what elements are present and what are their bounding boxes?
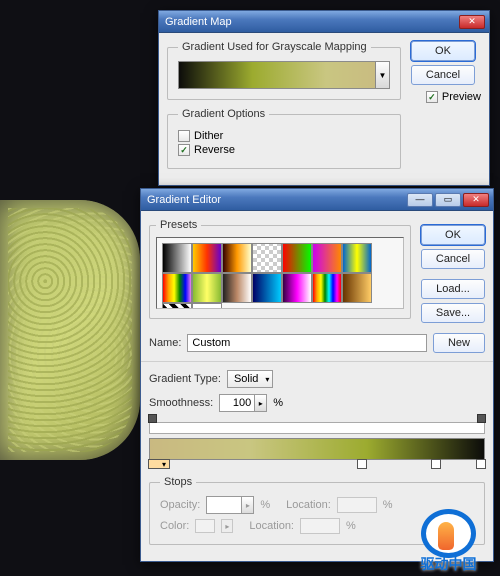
preview-label: Preview — [442, 91, 481, 103]
color-dropdown-icon: ▸ — [221, 519, 233, 533]
gradient-dropdown-icon[interactable]: ▼ — [375, 62, 389, 88]
color-stop[interactable] — [148, 459, 170, 469]
color-swatch — [195, 519, 215, 533]
preset-swatch[interactable] — [252, 273, 282, 303]
location-input — [337, 497, 377, 513]
pct-label: % — [273, 397, 283, 409]
reverse-label: Reverse — [194, 144, 235, 156]
opacity-stop-left[interactable] — [148, 414, 157, 423]
preset-swatch[interactable] — [282, 273, 312, 303]
spinner-arrow-icon: ▸ — [242, 496, 254, 514]
preview-checkbox[interactable]: ✓ Preview — [411, 91, 481, 103]
reverse-checkbox[interactable]: ✓ Reverse — [178, 144, 390, 156]
color-stop[interactable] — [431, 459, 441, 469]
preset-swatch[interactable] — [282, 243, 312, 273]
preset-swatch[interactable] — [312, 243, 342, 273]
checkbox-icon — [178, 130, 190, 142]
cancel-button[interactable]: Cancel — [421, 249, 485, 269]
gradient-edit-bar[interactable] — [149, 438, 485, 460]
presets-fieldset: Presets — [149, 219, 411, 319]
ok-button[interactable]: OK — [411, 41, 475, 61]
maximize-icon[interactable]: ▭ — [435, 193, 461, 207]
gmap-titlebar[interactable]: Gradient Map ✕ — [159, 11, 489, 33]
smoothness-spinner[interactable]: ▸ — [219, 394, 267, 412]
gmap-gradient-fieldset: Gradient Used for Grayscale Mapping ▼ — [167, 41, 401, 100]
close-icon[interactable]: ✕ — [459, 15, 485, 29]
presets-grid — [156, 237, 404, 309]
opacity-input — [206, 496, 242, 514]
preset-swatch[interactable] — [222, 243, 252, 273]
location-input — [300, 518, 340, 534]
gmap-title: Gradient Map — [163, 16, 457, 28]
preset-swatch[interactable] — [252, 243, 282, 273]
gmap-options-fieldset: Gradient Options Dither ✓ Reverse — [167, 108, 401, 169]
gradient-map-window: Gradient Map ✕ Gradient Used for Graysca… — [158, 10, 490, 186]
new-button[interactable]: New — [433, 333, 485, 353]
preset-swatch[interactable] — [192, 303, 222, 309]
name-input[interactable] — [187, 334, 427, 352]
save-button[interactable]: Save... — [421, 303, 485, 323]
gradient-type-select[interactable]: Solid — [227, 370, 273, 388]
smoothness-input[interactable] — [219, 394, 255, 412]
watermark: 驱动中国 — [401, 509, 496, 574]
dither-checkbox[interactable]: Dither — [178, 130, 390, 142]
preset-swatch[interactable] — [222, 273, 252, 303]
preset-swatch[interactable] — [192, 273, 222, 303]
dither-label: Dither — [194, 130, 223, 142]
preset-swatch[interactable] — [342, 243, 372, 273]
close-icon[interactable]: ✕ — [463, 193, 489, 207]
color-stop[interactable] — [357, 459, 367, 469]
smooth-label: Smoothness: — [149, 397, 213, 409]
gradient-editor-window: Gradient Editor — ▭ ✕ Presets OK Cancel … — [140, 188, 494, 562]
ok-button[interactable]: OK — [421, 225, 485, 245]
load-button[interactable]: Load... — [421, 279, 485, 299]
stops-legend: Stops — [160, 476, 196, 488]
gtype-label: Gradient Type: — [149, 373, 221, 385]
gmap-fs1-legend: Gradient Used for Grayscale Mapping — [178, 41, 371, 53]
gradient-preview-bar[interactable]: ▼ — [178, 61, 390, 89]
minimize-icon[interactable]: — — [407, 193, 433, 207]
preset-swatch[interactable] — [342, 273, 372, 303]
location-label: Location: — [249, 520, 294, 532]
gmap-fs2-legend: Gradient Options — [178, 108, 269, 120]
name-label: Name: — [149, 337, 181, 349]
cancel-button[interactable]: Cancel — [411, 65, 475, 85]
opacity-rail[interactable] — [149, 422, 485, 434]
opacity-stop-right[interactable] — [477, 414, 486, 423]
ged-title: Gradient Editor — [145, 194, 405, 206]
checkbox-icon: ✓ — [178, 144, 190, 156]
presets-legend: Presets — [156, 219, 201, 231]
checkbox-icon: ✓ — [426, 91, 438, 103]
preset-swatch[interactable] — [312, 273, 342, 303]
ged-titlebar[interactable]: Gradient Editor — ▭ ✕ — [141, 189, 493, 211]
watermark-logo-icon — [421, 509, 476, 558]
preset-swatch[interactable] — [162, 243, 192, 273]
location-label: Location: — [286, 499, 331, 511]
color-label: Color: — [160, 520, 189, 532]
color-stop[interactable] — [476, 459, 486, 469]
preset-swatch[interactable] — [162, 273, 192, 303]
preset-swatch[interactable] — [162, 303, 192, 309]
opacity-label: Opacity: — [160, 499, 200, 511]
preset-swatch[interactable] — [192, 243, 222, 273]
background-artwork — [0, 200, 140, 460]
spinner-arrow-icon[interactable]: ▸ — [255, 394, 267, 412]
